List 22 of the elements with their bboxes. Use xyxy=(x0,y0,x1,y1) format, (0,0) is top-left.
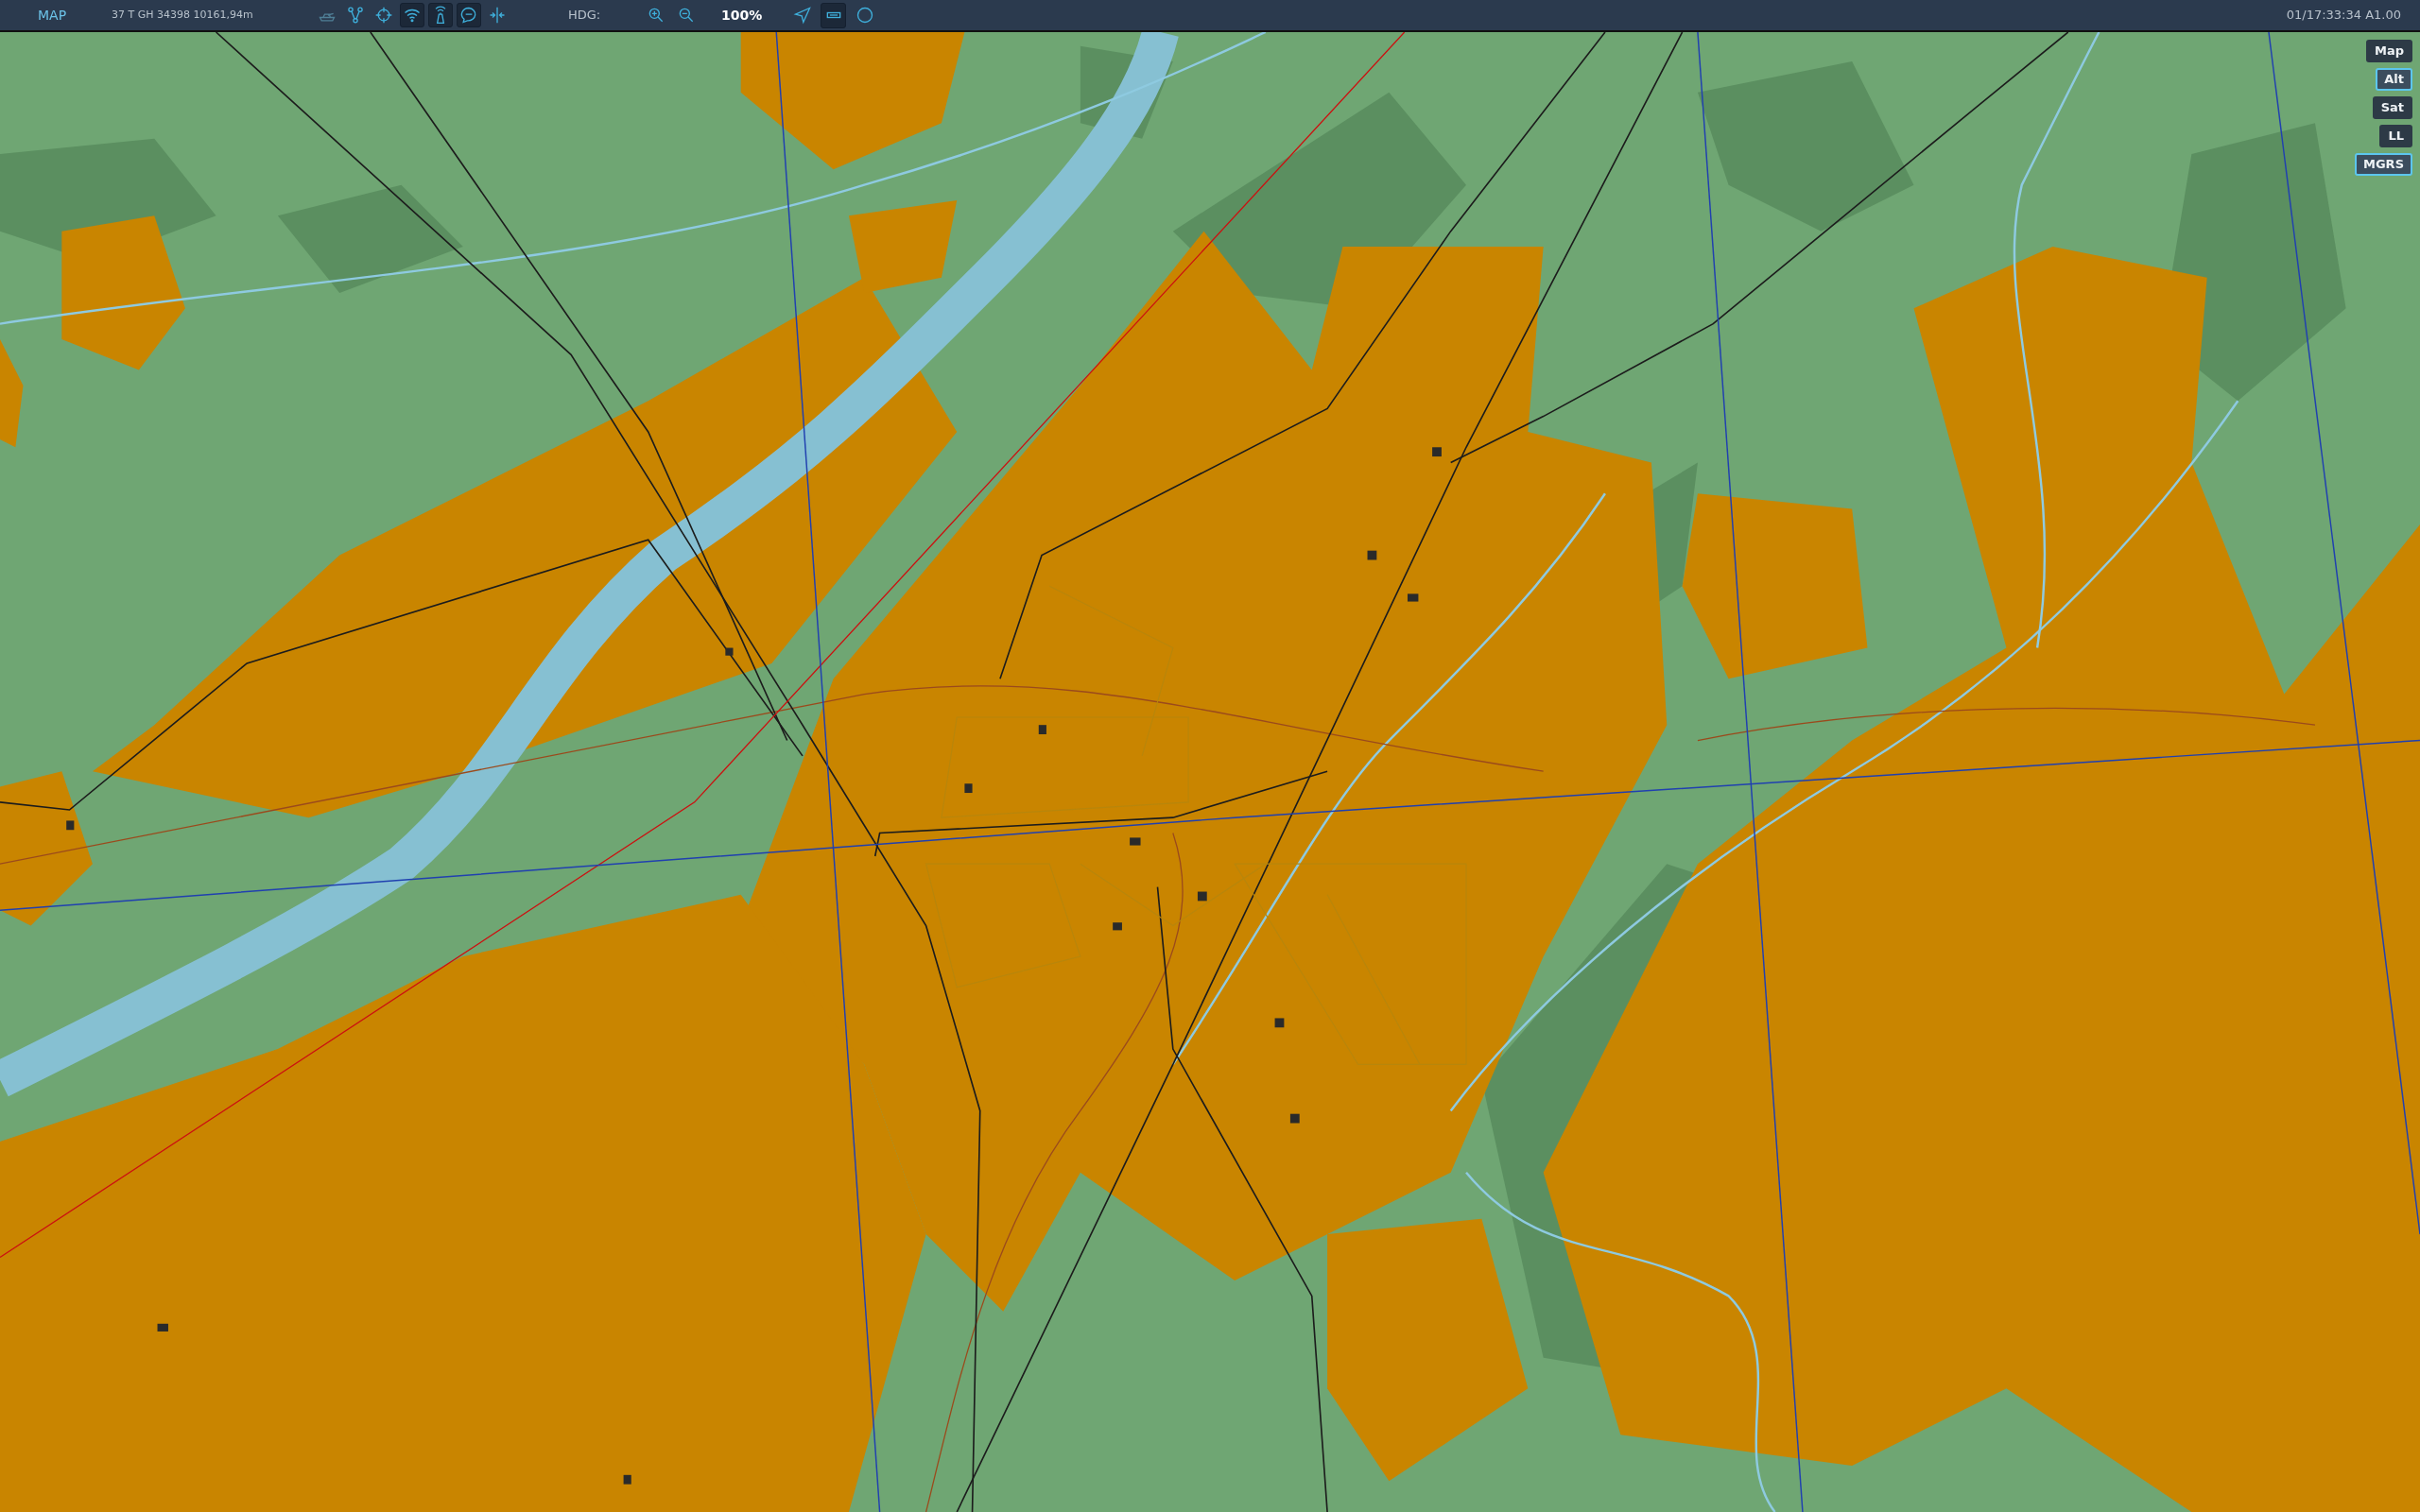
circle-icon xyxy=(855,6,874,25)
cursor-coordinates: 37 T GH 34398 10161,94m xyxy=(112,7,254,23)
mission-time: 01/17:33:34 A1.00 xyxy=(2286,7,2401,25)
toolbar-toggle-button[interactable] xyxy=(400,3,424,27)
network-icon xyxy=(346,6,365,25)
zoom-level: 100% xyxy=(721,6,764,25)
zoom-out-icon xyxy=(677,6,696,25)
map-title: MAP xyxy=(38,6,68,25)
crosshair-icon xyxy=(374,6,393,25)
toolbar-toggle-button[interactable] xyxy=(457,3,481,27)
map-layer-button[interactable]: MGRS xyxy=(2355,153,2412,176)
map-layer-button[interactable]: LL xyxy=(2379,125,2412,147)
split-arrows-icon xyxy=(488,6,507,25)
toolbar-toggle-button[interactable] xyxy=(428,3,453,27)
heading-label: HDG: xyxy=(568,7,602,25)
map-layer-button[interactable]: Map xyxy=(2366,40,2412,62)
navigation-arrow-icon xyxy=(792,6,812,25)
zoom-in-icon xyxy=(647,6,666,25)
map-layer-button[interactable]: Sat xyxy=(2372,96,2412,119)
map-layer-button[interactable]: Alt xyxy=(2376,68,2412,91)
chat-bubble-icon xyxy=(459,6,478,25)
map-tool-button[interactable] xyxy=(821,2,846,28)
